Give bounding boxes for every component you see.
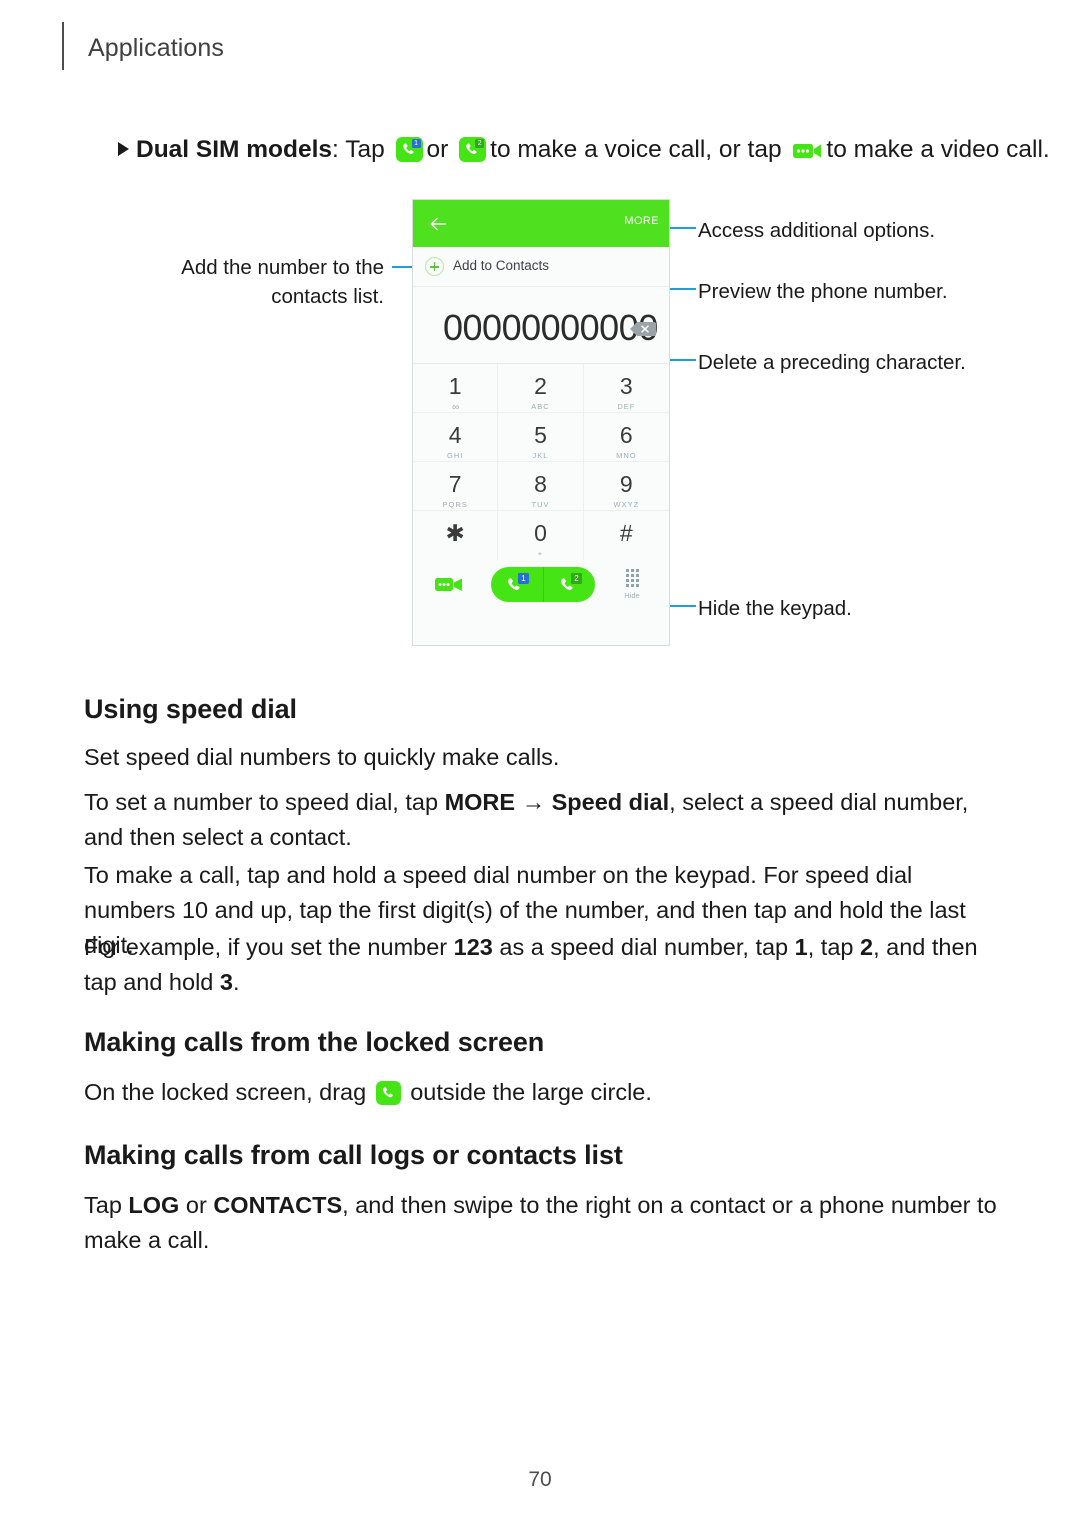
key-1-digit: 1: [448, 373, 462, 399]
dual-sim-note: Dual SIM models: Tap 1 or 2 to make a vo…: [118, 133, 1050, 167]
annotation-more: Access additional options.: [698, 219, 936, 242]
key-3[interactable]: 3 DEF: [583, 364, 669, 413]
annotation-hide: Hide the keypad.: [698, 597, 852, 620]
key-9[interactable]: 9 WXYZ: [583, 462, 669, 511]
key-star-digit: ✱: [445, 520, 465, 546]
dialpad[interactable]: 1 ∞ 2 ABC 3 DEF 4 GHI 5 JKL 6 MNO 7 PQRS 8 TUV 9…: [413, 364, 669, 560]
dialer-action-bar: 1 2 Hide: [413, 560, 669, 609]
page-number: 70: [528, 1468, 552, 1491]
page-title: Applications: [88, 34, 225, 62]
hide-keypad-button[interactable]: Hide: [617, 569, 647, 600]
annotation-delete: Delete a preceding character.: [698, 351, 966, 374]
key-5-digit: 5: [534, 422, 547, 448]
paragraph-example: For example, if you set the number 123 a…: [84, 934, 978, 995]
key-7-digit: 7: [448, 471, 462, 497]
bullet-part2: or: [426, 136, 449, 163]
plus-circle-icon: [425, 257, 444, 276]
manual-page: Applications Dual SIM models: Tap 1 or 2…: [0, 0, 1080, 1527]
annotation-add-to-contacts: Add the number to the contacts list.: [181, 256, 384, 308]
key-8-letters: TUV: [531, 500, 550, 509]
phone-screenshot: MORE Add to Contacts 00000000000 1 ∞ 2 ABC…: [412, 199, 670, 646]
more-button[interactable]: MORE: [624, 215, 659, 227]
number-display[interactable]: 00000000000: [413, 287, 669, 364]
key-8[interactable]: 8 TUV: [498, 462, 584, 511]
triangle-bullet-icon: [118, 142, 129, 156]
call-buttons: 1 2: [491, 567, 595, 602]
arrow-left-icon[interactable]: [427, 213, 449, 235]
paragraph-call-logs: Tap LOG or CONTACTS, and then swipe to t…: [84, 1192, 997, 1253]
bullet-part1: : Tap: [332, 136, 385, 163]
key-6[interactable]: 6 MNO: [583, 413, 669, 462]
keypad-grid-icon: [617, 569, 647, 587]
phone-handset-icon: [375, 1081, 401, 1105]
log-keyword: LOG: [128, 1192, 180, 1218]
call-sim2-button[interactable]: 2: [543, 567, 595, 602]
key-7[interactable]: 7 PQRS: [413, 462, 499, 511]
key-2[interactable]: 2 ABC: [498, 364, 584, 413]
example-2: 2: [860, 934, 874, 960]
heading-locked-screen: Making calls from the locked screen: [84, 1027, 545, 1057]
example-1: 1: [794, 934, 808, 960]
bullet-part4: to make a video call.: [826, 136, 1050, 163]
heading-using-speed-dial: Using speed dial: [84, 694, 297, 724]
key-0-letters: +: [537, 549, 544, 558]
key-1-voicemail-icon: ∞: [452, 402, 459, 413]
key-6-letters: MNO: [616, 451, 637, 460]
bullet-part3: to make a voice call, or tap: [490, 136, 782, 163]
key-7-letters: PQRS: [442, 500, 468, 509]
key-8-digit: 8: [534, 471, 547, 497]
key-star[interactable]: ✱: [413, 511, 499, 560]
app-bar: MORE: [413, 200, 669, 247]
key-2-letters: ABC: [531, 402, 550, 411]
speed-dial-keyword: Speed dial: [551, 789, 670, 815]
key-5[interactable]: 5 JKL: [498, 413, 584, 462]
key-0[interactable]: 0 +: [498, 511, 584, 560]
example-123: 123: [453, 934, 493, 960]
contacts-keyword: CONTACTS: [213, 1192, 343, 1218]
key-hash[interactable]: #: [583, 511, 669, 560]
key-3-digit: 3: [619, 373, 633, 399]
hide-keypad-label: Hide: [624, 591, 640, 600]
key-3-letters: DEF: [617, 402, 636, 411]
add-to-contacts-label: Add to Contacts: [453, 258, 550, 273]
call-sim1-button[interactable]: 1: [491, 567, 543, 602]
key-4[interactable]: 4 GHI: [413, 413, 499, 462]
phone-number-value: 00000000000: [443, 307, 658, 348]
more-keyword: MORE: [444, 789, 516, 815]
annotation-preview: Preview the phone number.: [698, 280, 948, 303]
sim2-badge: 2: [475, 139, 485, 148]
key-4-digit: 4: [448, 422, 462, 448]
dual-sim-label: Dual SIM models: [136, 136, 333, 163]
video-call-icon: [792, 138, 822, 160]
key-9-digit: 9: [619, 471, 633, 497]
backspace-icon[interactable]: [629, 321, 657, 337]
paragraph-speed-dial-intro: Set speed dial numbers to quickly make c…: [84, 744, 560, 770]
add-to-contacts-row[interactable]: Add to Contacts: [413, 247, 669, 287]
video-glyph: [793, 144, 822, 158]
example-3: 3: [219, 969, 233, 995]
paragraph-set-speed-dial: To set a number to speed dial, tap MORE …: [84, 789, 969, 850]
key-5-letters: JKL: [532, 451, 549, 460]
call-sim2-badge: 2: [571, 573, 582, 584]
key-0-digit: 0: [534, 520, 547, 546]
key-1[interactable]: 1 ∞: [413, 364, 499, 413]
sim1-badge: 1: [411, 139, 421, 148]
handset-glyph: [382, 1087, 393, 1098]
paragraph-locked-screen: On the locked screen, drag outside the l…: [84, 1079, 652, 1105]
key-hash-digit: #: [619, 520, 633, 546]
key-9-letters: WXYZ: [613, 500, 640, 509]
phone-sim2-icon: 2: [459, 137, 487, 162]
phone-sim1-icon: 1: [395, 137, 423, 162]
heading-call-logs: Making calls from call logs or contacts …: [84, 1140, 623, 1170]
key-4-letters: GHI: [446, 451, 464, 460]
call-sim1-badge: 1: [518, 573, 529, 584]
video-call-icon[interactable]: [435, 576, 463, 594]
header-rule: [62, 22, 64, 70]
key-2-digit: 2: [534, 373, 547, 399]
key-6-digit: 6: [619, 422, 633, 448]
